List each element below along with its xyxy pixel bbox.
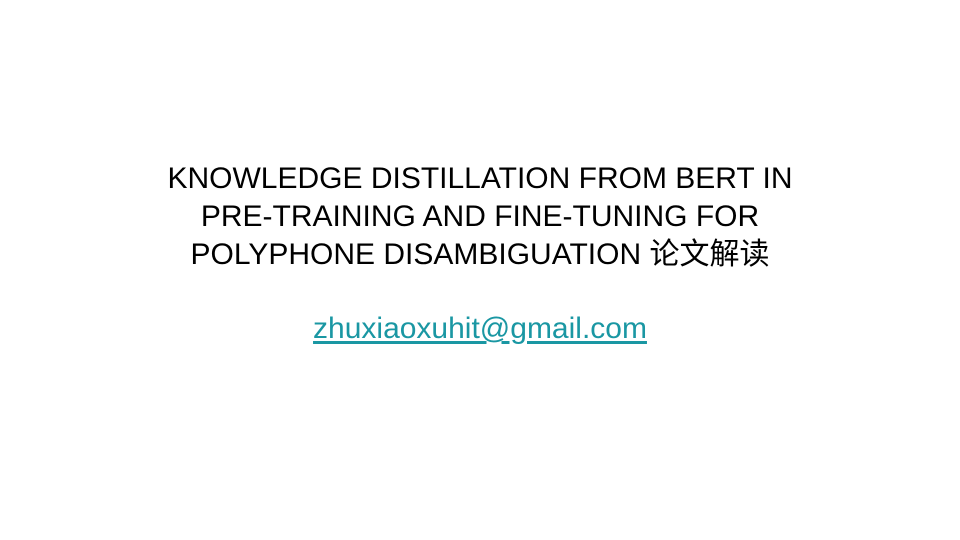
slide: KNOWLEDGE DISTILLATION FROM BERT IN PRE-… (0, 0, 960, 540)
title-line-2: PRE-TRAINING AND FINE-TUNING FOR (200, 200, 760, 233)
email-link[interactable]: zhuxiaoxuhit@gmail.com (60, 310, 900, 348)
slide-title: KNOWLEDGE DISTILLATION FROM BERT IN PRE-… (60, 160, 900, 274)
title-line-1: KNOWLEDGE DISTILLATION FROM BERT IN (167, 162, 793, 195)
title-line-3: POLYPHONE DISAMBIGUATION 论文解读 (190, 238, 770, 271)
